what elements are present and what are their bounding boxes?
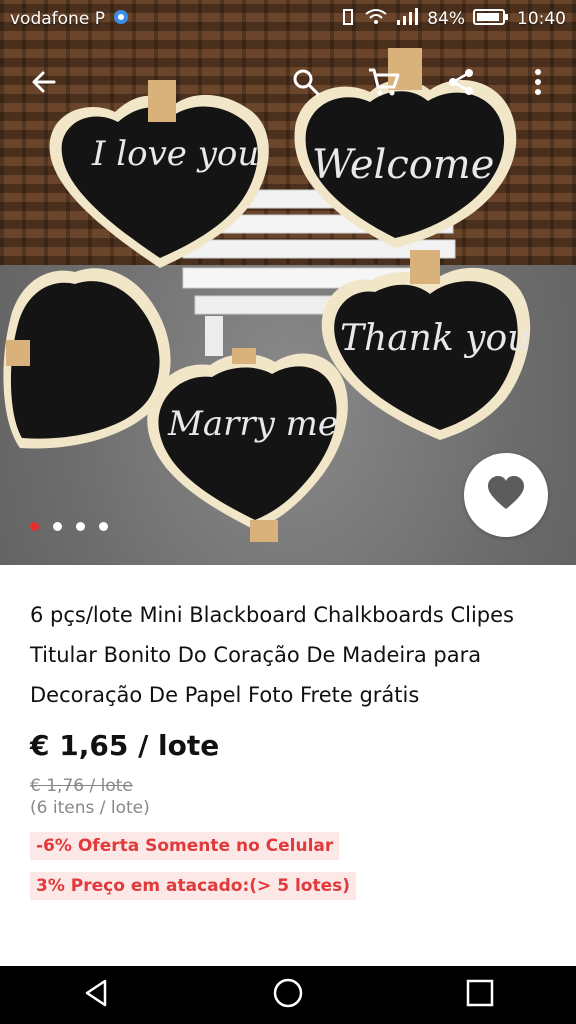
- favorite-button[interactable]: [464, 453, 548, 537]
- share-button[interactable]: [437, 58, 485, 110]
- system-home-button[interactable]: [258, 966, 318, 1024]
- discount-percent: -6%: [36, 836, 72, 856]
- more-vertical-icon: [534, 68, 542, 100]
- gallery-dot: [99, 522, 108, 531]
- triangle-back-icon: [81, 978, 111, 1012]
- cart-icon: [368, 67, 400, 101]
- product-details: 6 pçs/lote Mini Blackboard Chalkboards C…: [0, 565, 576, 900]
- battery-percent: 84%: [427, 9, 465, 29]
- wifi-icon: [365, 8, 387, 31]
- status-bar: vodafone P 84% 10:40: [0, 0, 576, 38]
- back-button[interactable]: [20, 58, 68, 110]
- vibrate-icon: [339, 8, 357, 31]
- share-icon: [447, 68, 475, 100]
- gallery-dot-active: [30, 522, 39, 531]
- product-price: € 1,65 / lote: [30, 729, 220, 762]
- arrow-left-icon: [30, 68, 58, 100]
- chalk-text-welcome: Welcome: [312, 142, 494, 188]
- more-options-button[interactable]: [514, 58, 562, 110]
- heart-board-marry-me: Marry me: [147, 348, 348, 542]
- discount-label: Oferta Somente no Celular: [77, 836, 334, 856]
- wholesale-percent: 3%: [36, 876, 65, 896]
- clock: 10:40: [517, 9, 566, 29]
- system-recents-button[interactable]: [450, 966, 510, 1024]
- chalk-text-thank-you: Thank you: [340, 318, 530, 359]
- gallery-dot: [76, 522, 85, 531]
- gallery-dot: [53, 522, 62, 531]
- wholesale-label: Preço em atacado:(> 5 lotes): [70, 876, 351, 896]
- product-title: 6 pçs/lote Mini Blackboard Chalkboards C…: [30, 603, 514, 707]
- square-recents-icon: [466, 979, 494, 1011]
- carrier-name: vodafone P: [10, 9, 105, 29]
- lot-size: (6 itens / lote): [30, 798, 150, 818]
- search-icon: [292, 68, 320, 100]
- heart-icon: [487, 476, 525, 514]
- heart-board-plain: [3, 268, 171, 449]
- wholesale-tag[interactable]: 3% Preço em atacado:(> 5 lotes): [30, 872, 357, 900]
- original-price: € 1,76 / lote: [30, 776, 133, 796]
- chalk-text-love: I love you: [91, 134, 259, 174]
- system-back-button[interactable]: [66, 966, 126, 1024]
- chalk-text-marry-me: Marry me: [167, 404, 338, 444]
- circle-home-icon: [272, 977, 304, 1013]
- top-navigation: [0, 58, 576, 110]
- notification-icon: [113, 9, 129, 30]
- battery-icon: [473, 8, 509, 31]
- mobile-discount-tag: -6% Oferta Somente no Celular: [30, 832, 340, 860]
- gallery-indicator: [30, 522, 108, 531]
- signal-icon: [395, 7, 419, 31]
- cart-button[interactable]: [360, 58, 408, 110]
- search-button[interactable]: [282, 58, 330, 110]
- system-navigation-bar: [0, 966, 576, 1024]
